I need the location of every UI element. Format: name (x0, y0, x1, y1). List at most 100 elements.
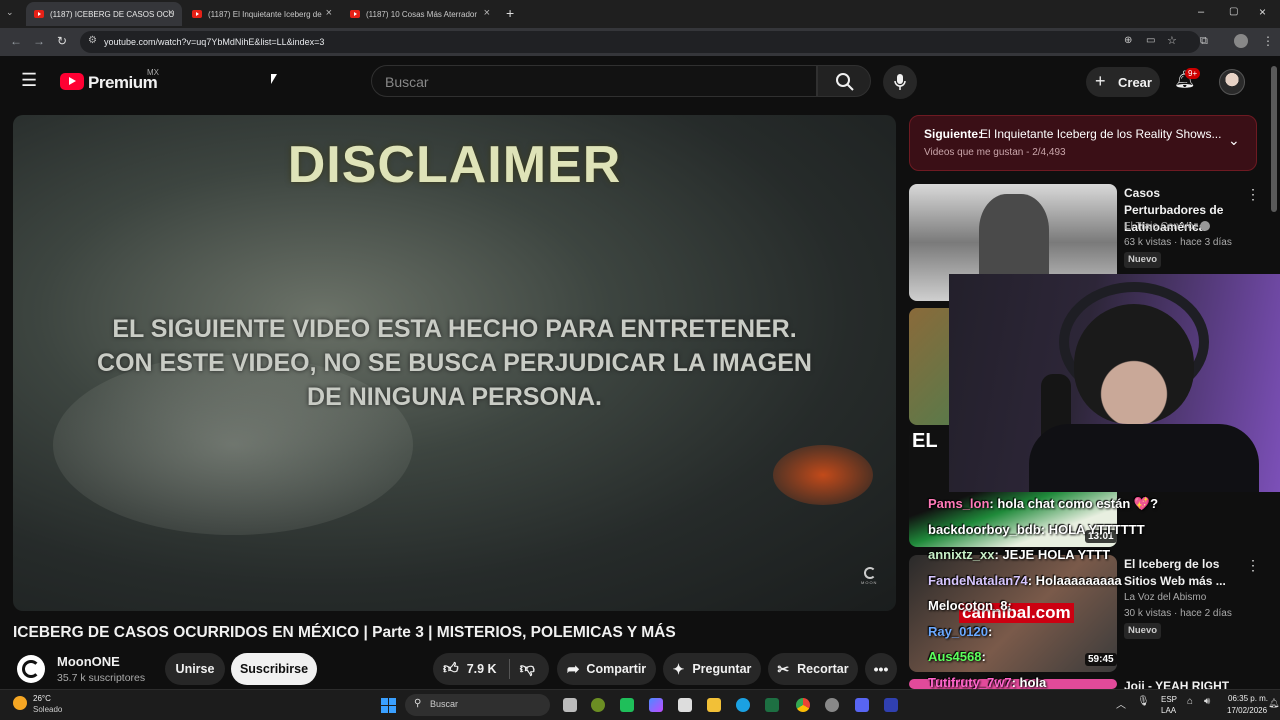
browser-address-bar: ← → ↻ ⚙ youtube.com/watch?v=uq7YbMdNihE&… (0, 28, 1280, 56)
share-button[interactable]: ➦ Compartir (557, 653, 656, 685)
tab-iceberg-reality[interactable]: (1187) El Inquietante Iceberg de × (184, 2, 340, 26)
mouse-cursor-icon (271, 74, 277, 84)
site-info-icon[interactable]: ⚙ (88, 35, 97, 46)
clip-button[interactable]: ✂ Recortar (768, 653, 858, 685)
app-icon[interactable] (825, 698, 839, 712)
tray-chevron-icon[interactable]: ︿ (1116, 696, 1126, 711)
extensions-icon[interactable]: ⧉ (1200, 35, 1208, 48)
store-icon[interactable] (678, 698, 692, 712)
chat-message: Aus4568: (928, 649, 1178, 675)
discord-icon[interactable] (855, 698, 869, 712)
bookmark-star-icon[interactable]: ☆ (1167, 34, 1177, 47)
search-button[interactable] (817, 65, 871, 97)
more-vertical-icon[interactable]: ⋮ (1246, 557, 1260, 574)
more-vertical-icon[interactable]: ⋮ (1246, 186, 1260, 203)
taskbar-search-box[interactable]: ⚲ Buscar (405, 694, 550, 716)
tab-10-cosas[interactable]: (1187) 10 Cosas Más Aterrador × (342, 2, 498, 26)
plus-icon: + (1095, 71, 1106, 91)
weather-icon[interactable] (13, 696, 27, 710)
omnibox[interactable]: ⚙ youtube.com/watch?v=uq7YbMdNihE&list=L… (80, 31, 1200, 53)
recommendation-meta: 63 k vistas · hace 3 días (1124, 237, 1232, 248)
youtube-logo-icon[interactable] (60, 73, 84, 90)
moon-logo-icon (864, 567, 876, 579)
edge-icon[interactable] (736, 698, 750, 712)
chat-username: Aus4568 (928, 649, 982, 664)
close-tab-icon[interactable]: × (168, 7, 174, 19)
voice-search-button[interactable] (883, 65, 917, 99)
thumbs-down-icon: 👎︎ (519, 660, 535, 677)
cast-icon[interactable]: ▭ (1146, 35, 1155, 46)
subscribe-button[interactable]: Suscribirse (231, 653, 317, 685)
join-button[interactable]: Unirse (165, 653, 225, 685)
dislike-button[interactable]: 👎︎ (520, 660, 535, 678)
app-icon[interactable] (884, 698, 898, 712)
mic-tray-icon[interactable]: 🎙︎ (1137, 696, 1150, 707)
forward-icon[interactable]: → (33, 34, 45, 48)
next-meta: Videos que me gustan - 2/4,493 (924, 147, 1066, 158)
volume-icon[interactable]: 🔊︎ (1204, 696, 1210, 707)
channel-name[interactable]: MoonONE (57, 654, 120, 669)
share-label: Compartir (586, 662, 647, 676)
back-icon[interactable]: ← (10, 34, 22, 48)
like-count: 7.9 K (466, 662, 497, 676)
chat-username: Melocoton_8 (928, 598, 1008, 613)
search-input[interactable]: Buscar (371, 65, 817, 97)
excel-icon[interactable] (765, 698, 779, 712)
network-icon[interactable]: ⌂ (1187, 696, 1193, 707)
recommendation-channel[interactable]: El Traje Con Voz (1124, 221, 1198, 232)
restore-icon[interactable]: ▢ (1229, 6, 1238, 17)
new-tab-icon[interactable]: + (506, 5, 514, 21)
disclaimer-heading: DISCLAIMER (287, 136, 622, 194)
video-player[interactable]: DISCLAIMER EL SIGUIENTE VIDEO ESTA HECHO… (13, 115, 896, 611)
youtube-header: ☰ Premium MX Buscar + Crear 🔔︎ 9+ (0, 56, 1280, 108)
chat-text: : (981, 649, 986, 664)
file-explorer-icon[interactable] (707, 698, 721, 712)
language-code[interactable]: ESP (1161, 695, 1177, 704)
zoom-icon[interactable]: ⊕ (1124, 35, 1132, 46)
windows-start-icon[interactable] (381, 698, 396, 713)
chrome-icon[interactable] (796, 698, 810, 712)
ask-button[interactable]: ✦ Preguntar (663, 653, 761, 685)
reload-icon[interactable]: ↻ (57, 34, 67, 48)
disclaimer-line: CON ESTE VIDEO, NO SE BUSCA PERJUDICAR L… (97, 349, 812, 377)
close-tab-icon[interactable]: × (484, 7, 490, 19)
weather-temp[interactable]: 26°C (33, 694, 51, 703)
chat-text: : JEJE HOLA YTTT (994, 547, 1111, 562)
chevron-down-icon[interactable]: ⌄ (1228, 132, 1240, 149)
account-avatar[interactable] (1219, 69, 1245, 95)
create-label: Crear (1118, 75, 1152, 90)
create-button[interactable]: + Crear (1086, 67, 1160, 97)
url-text[interactable]: youtube.com/watch?v=uq7YbMdNihE&list=LL&… (104, 37, 324, 47)
weather-text: Soleado (33, 705, 63, 714)
clock-time[interactable]: 06:35 p. m. (1228, 694, 1268, 703)
page-scrollbar[interactable] (1271, 66, 1277, 212)
minimize-icon[interactable]: – (1198, 6, 1204, 18)
disclaimer-line: EL SIGUIENTE VIDEO ESTA HECHO PARA ENTRE… (112, 315, 797, 343)
next-title: El Inquietante Iceberg de los Reality Sh… (980, 127, 1222, 141)
notification-center-icon[interactable]: 🔔︎ (1268, 698, 1279, 709)
like-button[interactable]: 👍︎ 7.9 K (433, 660, 497, 678)
chat-message: Ray_0120: (928, 624, 1178, 650)
menu-hamburger-icon[interactable]: ☰ (21, 70, 37, 91)
verified-icon (1200, 221, 1210, 231)
chat-message: Pams_lon: hola chat como están 💖? (928, 496, 1178, 522)
app-icon[interactable] (591, 698, 605, 712)
close-tab-icon[interactable]: × (326, 7, 332, 19)
copilot-icon[interactable] (649, 698, 663, 712)
close-window-icon[interactable]: × (1259, 5, 1266, 19)
task-view-icon[interactable] (563, 698, 577, 712)
app-icon[interactable] (620, 698, 634, 712)
channel-avatar[interactable] (17, 655, 45, 683)
chat-message: annixtz_xx: JEJE HOLA YTTT (928, 547, 1178, 573)
ask-label: Preguntar (692, 662, 752, 676)
tab-iceberg-casos[interactable]: (1187) ICEBERG DE CASOS OCU × (26, 2, 182, 26)
tab-search-icon[interactable]: ⌄ (6, 7, 14, 18)
chat-text: : (1007, 598, 1012, 613)
more-actions-button[interactable]: ••• (865, 653, 897, 685)
profile-icon[interactable] (1234, 34, 1248, 48)
browser-menu-icon[interactable]: ⋮ (1262, 34, 1274, 48)
microphone-icon (894, 74, 906, 90)
thumbnail-text: EL (912, 430, 938, 452)
watermark-text: MOON (861, 580, 878, 585)
playlist-next-panel[interactable]: Siguiente: El Inquietante Iceberg de los… (909, 115, 1257, 171)
